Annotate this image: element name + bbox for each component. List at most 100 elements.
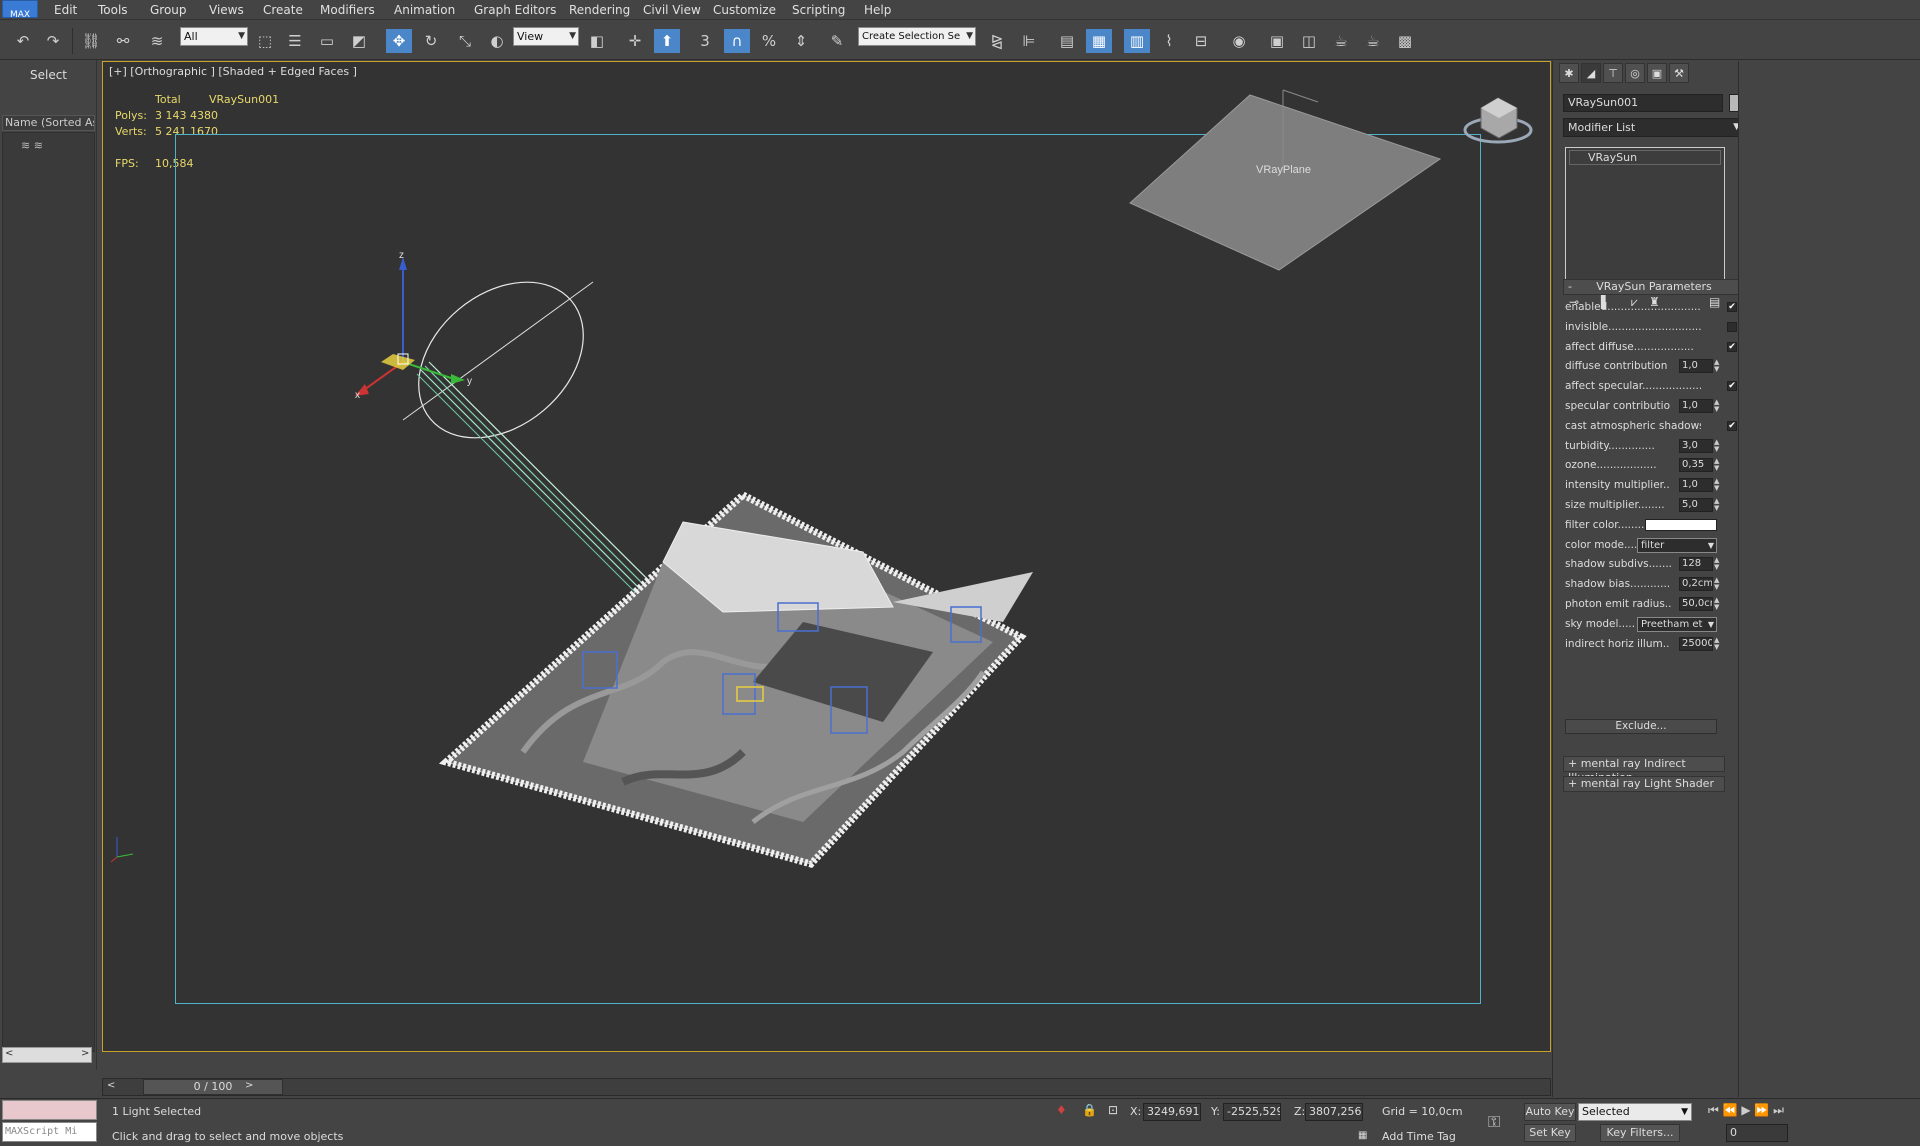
vraysun-parameters-rollout[interactable]: - VRaySun Parameters xyxy=(1563,279,1745,295)
rectangular-selection-icon[interactable]: ▭ xyxy=(314,29,340,53)
modify-tab-icon[interactable]: ◢ xyxy=(1581,63,1601,83)
angle-snap-icon[interactable]: ∩ xyxy=(724,29,750,53)
spinner-arrows-icon[interactable]: ▲ ▼ xyxy=(1714,458,1722,472)
move-gizmo[interactable]: y x z xyxy=(355,250,472,401)
spinner-arrows-icon[interactable]: ▲ ▼ xyxy=(1714,439,1722,453)
select-menu-label[interactable]: Select xyxy=(0,68,97,82)
time-slider-bar[interactable]: < 0 / 100 > xyxy=(102,1078,1551,1096)
modifier-stack-item[interactable]: VRaySun xyxy=(1569,150,1721,165)
reference-coordinate-select[interactable]: View ▼ xyxy=(513,27,579,46)
menu-scripting[interactable]: Scripting xyxy=(792,2,845,18)
menu-civil-view[interactable]: Civil View xyxy=(643,2,701,18)
add-time-tag[interactable]: Add Time Tag xyxy=(1382,1130,1456,1143)
auto-key-button[interactable]: Auto Key xyxy=(1524,1103,1576,1121)
menu-graph-editors[interactable]: Graph Editors xyxy=(474,2,556,18)
param-checkbox[interactable]: ✔ xyxy=(1727,421,1737,431)
mental-ray-light-shader-rollout[interactable]: + mental ray Light Shader xyxy=(1563,776,1725,792)
time-prev-icon[interactable]: < xyxy=(107,1080,115,1091)
set-key-button[interactable]: Set Key xyxy=(1524,1124,1576,1142)
rollout-collapse-icon[interactable]: - xyxy=(1568,280,1572,294)
scene-object-list[interactable]: ≋ ≋ xyxy=(2,132,95,1052)
bind-space-warp-icon[interactable]: ≋ xyxy=(144,29,170,53)
filter-color-swatch[interactable] xyxy=(1645,519,1717,531)
curve-editor-icon[interactable]: ⌇ xyxy=(1156,29,1182,53)
layer-manager-icon[interactable]: ▤ xyxy=(1054,29,1080,53)
spinner-arrows-icon[interactable]: ▲ ▼ xyxy=(1714,399,1722,413)
named-selection-set-select[interactable]: Create Selection Se ▼ xyxy=(858,27,976,46)
schematic-view-icon[interactable]: ⊟ xyxy=(1188,29,1214,53)
selection-lock-icon[interactable]: 🔒 xyxy=(1082,1103,1097,1117)
menu-modifiers[interactable]: Modifiers xyxy=(320,2,375,18)
edit-named-selection-icon[interactable]: ✎ xyxy=(824,29,850,53)
rollout-expand-icon[interactable]: + xyxy=(1568,757,1577,770)
left-horizontal-scrollbar[interactable]: < > xyxy=(2,1047,92,1063)
render-setup-icon[interactable]: ▣ xyxy=(1264,29,1290,53)
menu-tools[interactable]: Tools xyxy=(98,2,128,18)
menu-views[interactable]: Views xyxy=(209,2,244,18)
place-icon[interactable]: ◐ xyxy=(484,29,510,53)
menu-create[interactable]: Create xyxy=(263,2,303,18)
param-spinner-field[interactable]: 1,0 xyxy=(1679,399,1713,413)
menu-rendering[interactable]: Rendering xyxy=(569,2,630,18)
param-dropdown[interactable]: Preetham et ▼ xyxy=(1637,617,1717,632)
menu-help[interactable]: Help xyxy=(864,2,891,18)
time-next-icon[interactable]: > xyxy=(245,1080,253,1091)
scale-icon[interactable]: ⤡ xyxy=(452,29,478,53)
move-icon[interactable]: ✥ xyxy=(386,29,412,53)
playback-controls[interactable]: ⏮ ⏪ ▶ ⏩ ⏭ xyxy=(1708,1103,1920,1121)
display-tab-icon[interactable]: ▣ xyxy=(1647,63,1667,83)
spinner-snap-icon[interactable]: ⇕ xyxy=(788,29,814,53)
param-spinner-field[interactable]: 3,0 xyxy=(1679,439,1713,453)
rollout-expand-icon[interactable]: + xyxy=(1568,777,1577,790)
param-dropdown[interactable]: filter ▼ xyxy=(1637,538,1717,553)
snaps-toggle-icon[interactable]: 3 xyxy=(692,29,718,53)
key-mode-select[interactable]: Selected ▼ xyxy=(1578,1103,1692,1121)
x-coordinate-field[interactable]: 3249,691c xyxy=(1143,1103,1201,1121)
param-spinner-field[interactable]: 128 xyxy=(1679,557,1713,571)
create-tab-icon[interactable]: ✱ xyxy=(1559,63,1579,83)
name-column-header[interactable]: Name (Sorted Asc xyxy=(2,115,95,131)
param-checkbox[interactable] xyxy=(1727,322,1737,332)
link-icon[interactable]: ⛓ xyxy=(78,29,104,53)
maxscript-mini-listener[interactable]: MAXScript Mi xyxy=(2,1122,97,1142)
param-spinner-field[interactable]: 1,0 xyxy=(1679,478,1713,492)
menu-customize[interactable]: Customize xyxy=(713,2,776,18)
percent-snap-icon[interactable]: % xyxy=(756,29,782,53)
utilities-tab-icon[interactable]: ⚒ xyxy=(1669,63,1689,83)
vray-plane[interactable] xyxy=(1129,94,1442,271)
render-production-icon[interactable]: ☕ xyxy=(1328,29,1354,53)
graphite-ribbon-icon[interactable]: ▦ xyxy=(1086,29,1112,53)
isolate-selection-icon[interactable]: ♦ xyxy=(1056,1103,1067,1117)
hierarchy-tab-icon[interactable]: ⊤ xyxy=(1603,63,1623,83)
unlink-icon[interactable]: ⚯ xyxy=(110,29,136,53)
param-spinner-field[interactable]: 1,0 xyxy=(1679,359,1713,373)
y-coordinate-field[interactable]: -2525,529 xyxy=(1223,1103,1281,1121)
spinner-arrows-icon[interactable]: ▲ ▼ xyxy=(1714,498,1722,512)
param-spinner-field[interactable]: 25000 xyxy=(1679,637,1713,651)
spinner-arrows-icon[interactable]: ▲ ▼ xyxy=(1714,478,1722,492)
maxscript-listener-pink[interactable] xyxy=(2,1100,97,1120)
align-icon[interactable]: ⊫ xyxy=(1016,29,1042,53)
rendered-frame-window-icon[interactable]: ◫ xyxy=(1296,29,1322,53)
select-by-name-icon[interactable]: ☰ xyxy=(282,29,308,53)
pivot-center-icon[interactable]: ◧ xyxy=(584,29,610,53)
spinner-arrows-icon[interactable]: ▲ ▼ xyxy=(1714,557,1722,571)
undo-icon[interactable]: ↶ xyxy=(10,29,36,53)
current-frame-field[interactable]: 0 xyxy=(1726,1124,1788,1142)
key-icon[interactable]: ⚿ xyxy=(1488,1112,1500,1132)
scroll-right-icon[interactable]: > xyxy=(81,1048,89,1059)
param-spinner-field[interactable]: 5,0 xyxy=(1679,498,1713,512)
spinner-arrows-icon[interactable]: ▲ ▼ xyxy=(1714,597,1722,611)
param-spinner-field[interactable]: 50,0cm xyxy=(1679,597,1713,611)
viewport-orthographic[interactable]: [+] [Orthographic ] [Shaded + Edged Face… xyxy=(102,61,1551,1052)
rotate-icon[interactable]: ↻ xyxy=(418,29,444,53)
scene-explorer-icon[interactable]: ▥ xyxy=(1124,29,1150,53)
time-slider[interactable]: 0 / 100 xyxy=(143,1079,283,1095)
menu-animation[interactable]: Animation xyxy=(394,2,455,18)
z-coordinate-field[interactable]: 3807,256c xyxy=(1305,1103,1363,1121)
spinner-arrows-icon[interactable]: ▲ ▼ xyxy=(1714,637,1722,651)
material-editor-icon[interactable]: ◉ xyxy=(1226,29,1252,53)
key-filters-button[interactable]: Key Filters... xyxy=(1600,1124,1680,1142)
select-manipulate-icon[interactable]: ✛ xyxy=(622,29,648,53)
spinner-arrows-icon[interactable]: ▲ ▼ xyxy=(1714,359,1722,373)
